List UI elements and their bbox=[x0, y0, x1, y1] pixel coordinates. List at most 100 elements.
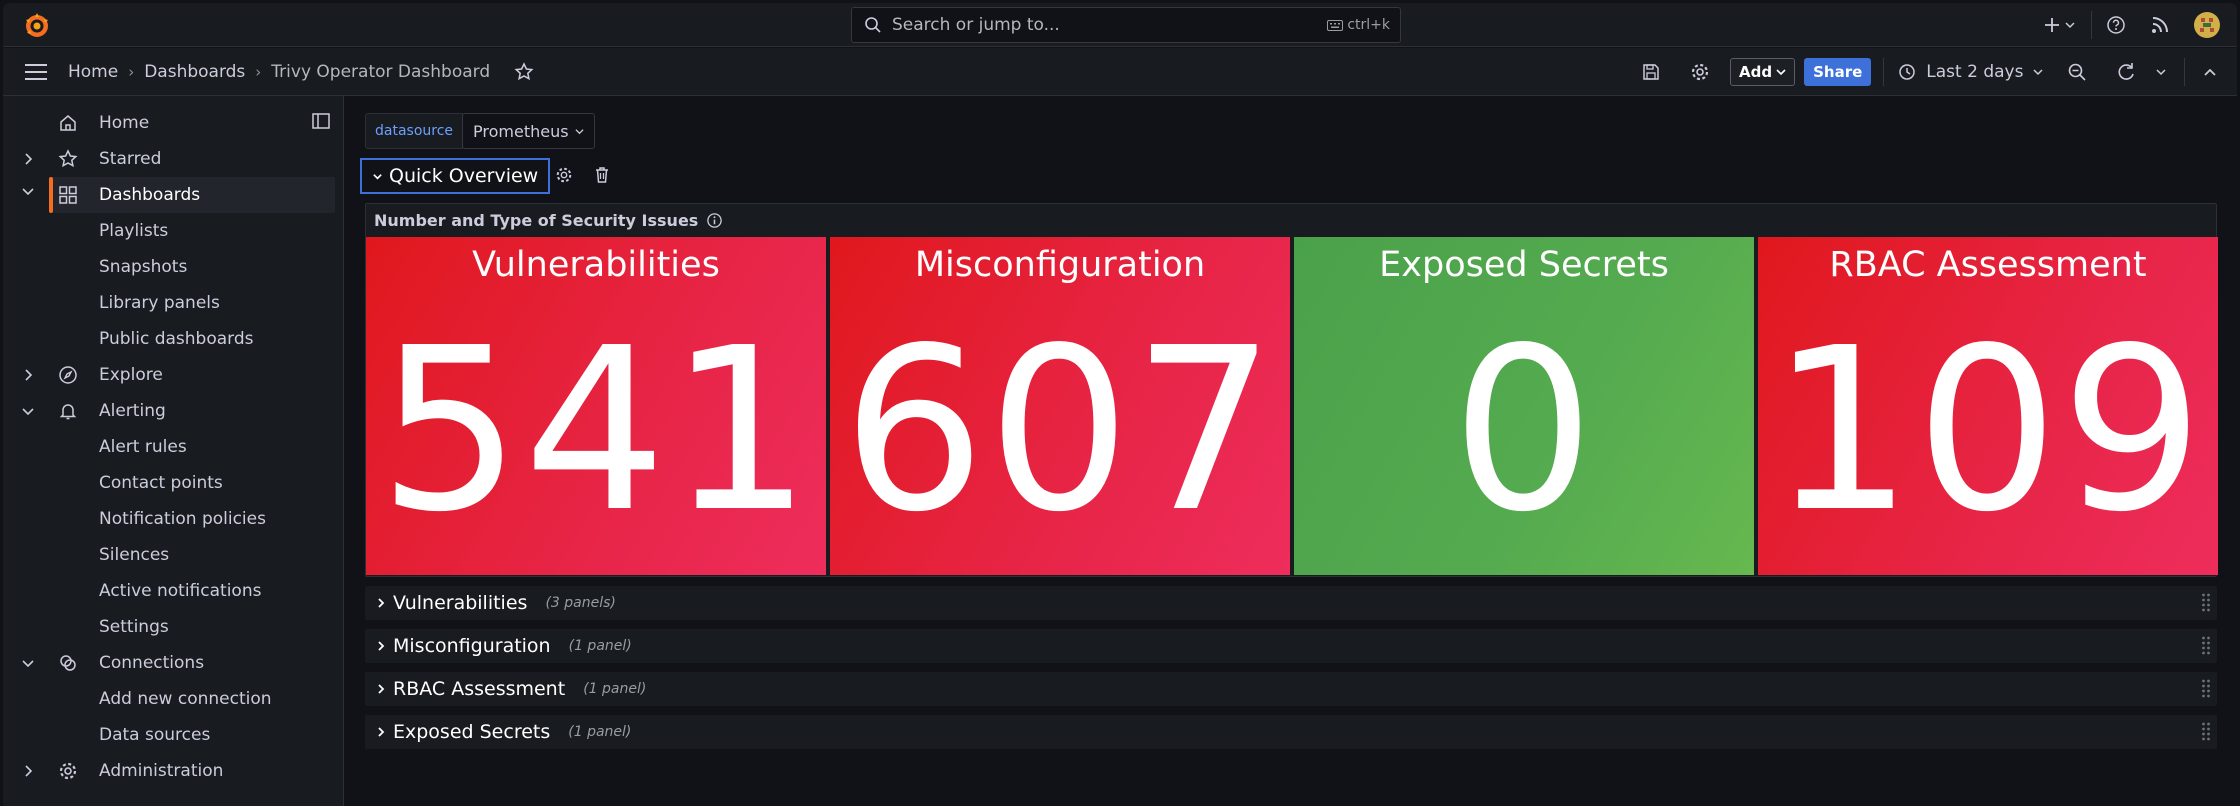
stat-value: 0 bbox=[1451, 300, 1597, 562]
stat-value: 607 bbox=[842, 300, 1278, 562]
row-panel-count: (3 panels) bbox=[545, 595, 616, 611]
chevron-right-icon[interactable] bbox=[21, 368, 35, 382]
sidebar-item-label: Settings bbox=[99, 617, 169, 637]
stat-misconfiguration[interactable]: Misconfiguration 607 bbox=[830, 237, 1290, 575]
security-issues-panel: Number and Type of Security Issues Vulne… bbox=[365, 203, 2218, 577]
sidebar-item-library-panels[interactable]: Library panels bbox=[3, 285, 335, 321]
info-icon[interactable] bbox=[706, 212, 723, 229]
add-button[interactable]: Add bbox=[1730, 58, 1796, 86]
time-range-picker[interactable]: Last 2 days bbox=[1898, 62, 2043, 82]
row-title: Misconfiguration bbox=[393, 635, 551, 657]
app-window: Search or jump to... ctrl+k Home › Dashb… bbox=[3, 3, 2237, 806]
sidebar-item-explore[interactable]: Explore bbox=[3, 357, 335, 393]
row-panel-count: (1 panel) bbox=[568, 724, 632, 740]
dashboard-content: datasource Prometheus Quick Overview Num… bbox=[345, 96, 2237, 806]
new-menu-button[interactable] bbox=[2043, 16, 2075, 34]
row-title: Quick Overview bbox=[389, 165, 539, 187]
connections-icon bbox=[60, 655, 76, 671]
refresh-icon[interactable] bbox=[2116, 62, 2136, 82]
row-vulnerabilities[interactable]: Vulnerabilities (3 panels) bbox=[365, 586, 2217, 620]
sidebar-item-public-dashboards[interactable]: Public dashboards bbox=[3, 321, 335, 357]
sidebar-item-settings[interactable]: Settings bbox=[3, 609, 335, 645]
apps-icon bbox=[59, 186, 77, 204]
news-feed-icon[interactable] bbox=[2150, 15, 2170, 35]
divider bbox=[2091, 11, 2092, 39]
breadcrumb-dashboards[interactable]: Dashboards bbox=[144, 62, 245, 82]
sidebar-item-add-new-connection[interactable]: Add new connection bbox=[3, 681, 335, 717]
sidebar-item-data-sources[interactable]: Data sources bbox=[3, 717, 335, 753]
row-quick-overview-toggle[interactable]: Quick Overview bbox=[360, 158, 551, 194]
row-title: Exposed Secrets bbox=[393, 721, 551, 743]
sidebar-item-label: Explore bbox=[99, 365, 163, 385]
star-icon[interactable] bbox=[514, 62, 534, 82]
sidebar-item-dashboards[interactable]: Dashboards bbox=[49, 177, 335, 213]
sidebar-item-connections[interactable]: Connections bbox=[3, 645, 335, 681]
chevron-right-icon[interactable] bbox=[21, 764, 35, 778]
sidebar-item-label: Add new connection bbox=[99, 689, 272, 709]
help-icon[interactable] bbox=[2106, 15, 2126, 35]
sidebar-item-playlists[interactable]: Playlists bbox=[3, 213, 335, 249]
sidebar-item-label: Alert rules bbox=[99, 437, 187, 457]
share-button[interactable]: Share bbox=[1804, 58, 1872, 86]
chevron-down-icon[interactable] bbox=[21, 184, 35, 198]
row-settings-icon[interactable] bbox=[555, 166, 573, 184]
sidebar-item-administration[interactable]: Administration bbox=[3, 753, 335, 789]
chevron-down-icon bbox=[2033, 69, 2043, 76]
sidebar-item-label: Notification policies bbox=[99, 509, 266, 529]
plus-icon bbox=[2045, 18, 2059, 32]
row-rbac-assessment[interactable]: RBAC Assessment (1 panel) bbox=[365, 672, 2217, 706]
sidebar-item-notification-policies[interactable]: Notification policies bbox=[3, 501, 335, 537]
menu-icon[interactable] bbox=[24, 62, 48, 82]
panel-header[interactable]: Number and Type of Security Issues bbox=[374, 204, 723, 237]
chevron-down-icon bbox=[2065, 22, 2075, 29]
sidebar-item-label: Dashboards bbox=[99, 185, 201, 205]
stat-exposed-secrets[interactable]: Exposed Secrets 0 bbox=[1294, 237, 1754, 575]
chevron-down-icon bbox=[373, 173, 382, 180]
sidebar-item-label: Connections bbox=[99, 653, 205, 673]
settings-cog-icon[interactable] bbox=[1690, 62, 1710, 82]
stat-rbac-assessment[interactable]: RBAC Assessment 109 bbox=[1758, 237, 2218, 575]
breadcrumb-home[interactable]: Home bbox=[68, 62, 118, 82]
user-avatar[interactable] bbox=[2194, 12, 2220, 38]
panel-title: Number and Type of Security Issues bbox=[374, 211, 699, 230]
save-icon[interactable] bbox=[1642, 63, 1660, 81]
sidebar-item-label: Playlists bbox=[99, 221, 169, 241]
drag-handle-icon[interactable] bbox=[2201, 678, 2211, 700]
sidebar-item-home[interactable]: Home bbox=[3, 105, 335, 141]
chevron-down-icon bbox=[1776, 69, 1786, 76]
drag-handle-icon[interactable] bbox=[2201, 592, 2211, 614]
sidebar-item-alert-rules[interactable]: Alert rules bbox=[3, 429, 335, 465]
row-exposed-secrets[interactable]: Exposed Secrets (1 panel) bbox=[365, 715, 2217, 749]
sidebar-item-label: Contact points bbox=[99, 473, 223, 493]
sidebar-item-label: Active notifications bbox=[99, 581, 262, 601]
sidebar-item-starred[interactable]: Starred bbox=[3, 141, 335, 177]
stat-vulnerabilities[interactable]: Vulnerabilities 541 bbox=[366, 237, 826, 575]
sidebar-item-silences[interactable]: Silences bbox=[3, 537, 335, 573]
grafana-logo-icon[interactable] bbox=[23, 12, 51, 40]
sidebar-item-active-notifications[interactable]: Active notifications bbox=[3, 573, 335, 609]
chevron-down-icon[interactable] bbox=[21, 404, 35, 418]
clock-icon bbox=[1899, 64, 1916, 80]
drag-handle-icon[interactable] bbox=[2201, 635, 2211, 657]
chevron-up-icon[interactable] bbox=[2203, 65, 2217, 79]
search-input[interactable]: Search or jump to... ctrl+k bbox=[851, 7, 1401, 43]
sidebar-item-label: Library panels bbox=[99, 293, 220, 313]
sidebar-item-contact-points[interactable]: Contact points bbox=[3, 465, 335, 501]
sidebar-item-label: Starred bbox=[99, 149, 162, 169]
row-misconfiguration[interactable]: Misconfiguration (1 panel) bbox=[365, 629, 2217, 663]
sidebar-item-snapshots[interactable]: Snapshots bbox=[3, 249, 335, 285]
refresh-interval-chevron-icon[interactable] bbox=[2156, 67, 2166, 77]
zoom-out-icon[interactable] bbox=[2067, 62, 2087, 82]
sidebar-item-alerting[interactable]: Alerting bbox=[3, 393, 335, 429]
drag-handle-icon[interactable] bbox=[2201, 721, 2211, 743]
trash-icon[interactable] bbox=[593, 166, 611, 184]
chevron-down-icon[interactable] bbox=[21, 656, 35, 670]
divider bbox=[2184, 58, 2186, 86]
breadcrumb-current: Trivy Operator Dashboard bbox=[271, 62, 491, 82]
row-tools bbox=[555, 166, 611, 184]
stat-value: 109 bbox=[1770, 300, 2206, 562]
datasource-select[interactable]: Prometheus bbox=[462, 113, 595, 149]
top-actions bbox=[2043, 3, 2220, 47]
add-button-label: Add bbox=[1739, 63, 1773, 81]
chevron-right-icon[interactable] bbox=[21, 152, 35, 166]
